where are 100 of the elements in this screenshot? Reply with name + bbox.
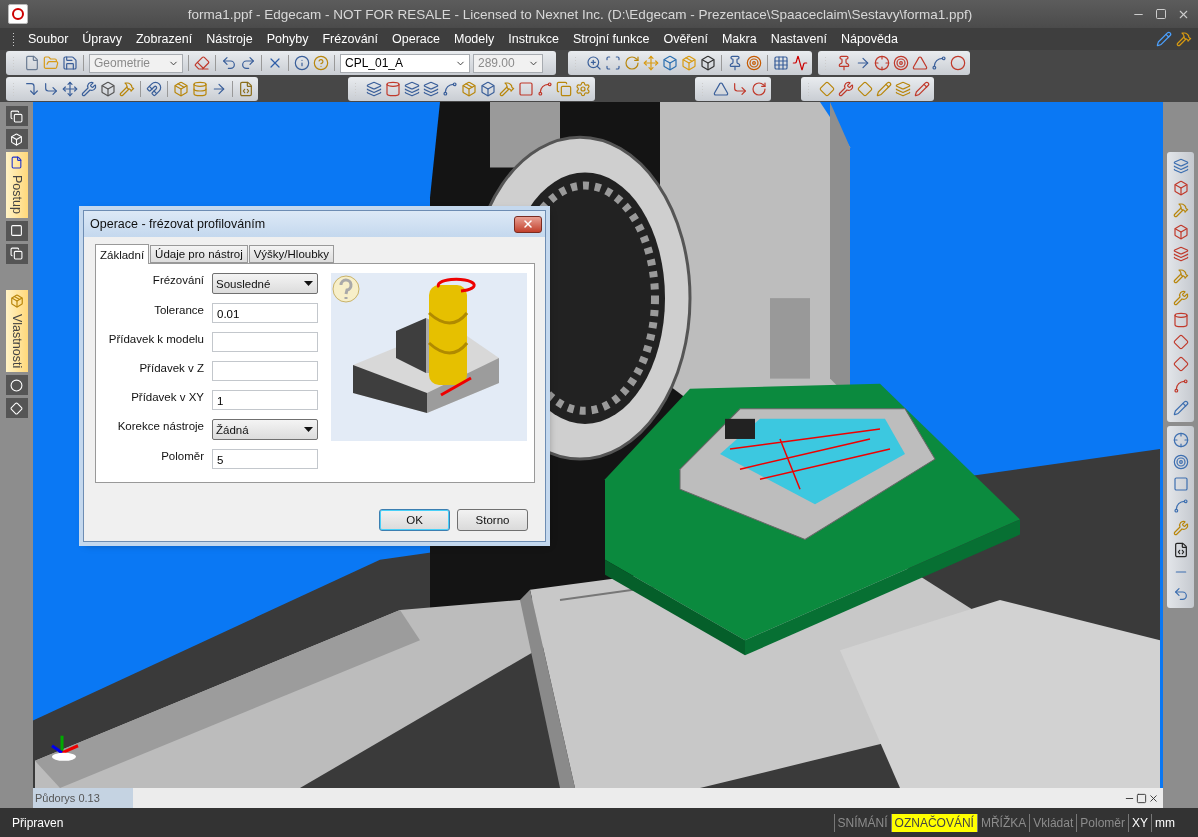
menu-item[interactable]: Strojní funkce [566, 32, 657, 46]
sidebar-button[interactable] [5, 106, 28, 126]
copy-icon[interactable] [556, 81, 572, 97]
zoom-icon[interactable] [586, 55, 602, 71]
package-icon[interactable] [173, 81, 189, 97]
cube-icon[interactable] [480, 81, 496, 97]
sidebar-button[interactable] [5, 243, 28, 264]
cube-icon[interactable] [1172, 224, 1189, 240]
new-file-icon[interactable] [24, 55, 40, 71]
close-icon[interactable] [1148, 792, 1159, 804]
package-icon[interactable] [461, 81, 477, 97]
diamond-icon[interactable] [857, 81, 873, 97]
pencil-icon[interactable] [1172, 400, 1189, 416]
status-indicator[interactable]: OZNAČOVÁNÍ [890, 813, 977, 832]
close-icon[interactable] [522, 218, 534, 230]
curve-icon[interactable] [792, 55, 808, 71]
sidebar-tab[interactable]: Vlastnosti [5, 289, 28, 373]
gear-icon[interactable] [575, 81, 591, 97]
cylinder-icon[interactable] [385, 81, 401, 97]
sidebar-button[interactable] [5, 375, 28, 396]
circle-icon[interactable] [950, 55, 966, 71]
diamond-icon[interactable] [1172, 356, 1189, 372]
menu-item[interactable]: Makra [714, 32, 764, 46]
bend-arrow-icon[interactable] [732, 81, 748, 97]
menu-item[interactable]: Ověření [656, 32, 715, 46]
eraser-icon[interactable] [194, 55, 210, 71]
menu-item[interactable]: Nástroje [199, 32, 260, 46]
cube-icon[interactable] [1172, 180, 1189, 196]
database-icon[interactable] [192, 81, 208, 97]
cylinder-icon[interactable] [1172, 312, 1189, 328]
input-field[interactable]: 0.01 [212, 303, 318, 323]
spline-icon[interactable] [931, 55, 947, 71]
angle-icon[interactable] [713, 81, 729, 97]
menu-item[interactable]: Pohyby [259, 32, 316, 46]
input-field[interactable] [212, 361, 318, 381]
menu-item[interactable]: Zobrazení [128, 32, 200, 46]
target-icon[interactable] [893, 55, 909, 71]
menu-item[interactable]: Soubor [21, 32, 76, 46]
layers-icon[interactable] [895, 81, 911, 97]
status-indicator[interactable]: MŘÍŽKA [976, 813, 1030, 832]
close-button[interactable] [514, 215, 542, 233]
sidebar-button[interactable] [5, 220, 28, 241]
layers-icon[interactable] [423, 81, 439, 97]
redo-icon[interactable] [240, 55, 256, 71]
layers-icon[interactable] [1172, 246, 1189, 262]
spline-icon[interactable] [442, 81, 458, 97]
branch-icon[interactable] [1172, 378, 1189, 394]
menu-item[interactable]: Nastavení [763, 32, 834, 46]
tab[interactable]: Údaje pro nástroj [150, 245, 248, 263]
tab[interactable]: Výšky/Hloubky [248, 245, 335, 263]
rotate-icon[interactable] [751, 81, 767, 97]
dialog-button[interactable]: Storno [457, 509, 528, 531]
cube-icon[interactable] [662, 55, 678, 71]
menu-item[interactable]: Úpravy [75, 32, 129, 46]
dropdown[interactable]: Sousledné [212, 273, 318, 294]
menu-item[interactable]: Frézování [315, 32, 386, 46]
wrench-icon[interactable] [1172, 290, 1189, 306]
layers-icon[interactable] [1172, 158, 1189, 174]
square-icon[interactable] [518, 81, 534, 97]
layers-icon[interactable] [366, 81, 382, 97]
menu-item[interactable]: Nápověda [833, 32, 905, 46]
corner-arrow-icon[interactable] [43, 81, 59, 97]
cube-icon[interactable] [100, 81, 116, 97]
sidebar-tab[interactable]: Postup [5, 152, 28, 218]
diamond-icon[interactable] [819, 81, 835, 97]
move-icon[interactable] [62, 81, 78, 97]
pencil-icon[interactable] [1156, 31, 1172, 47]
code-file-icon[interactable] [1172, 542, 1189, 558]
return-arrow-icon[interactable] [1172, 586, 1189, 602]
shaded-cube-icon[interactable] [700, 55, 716, 71]
toolbar-dropdown[interactable]: CPL_01_A [340, 53, 470, 73]
target-icon[interactable] [746, 55, 762, 71]
triangle-icon[interactable] [912, 55, 928, 71]
wrench-icon[interactable] [81, 81, 97, 97]
status-indicator[interactable]: Vkládat [1029, 813, 1077, 832]
status-indicator[interactable]: mm [1151, 813, 1178, 832]
pencil-icon[interactable] [914, 81, 930, 97]
diamond-icon[interactable] [1172, 334, 1189, 350]
zoom-window-icon[interactable] [605, 55, 621, 71]
status-indicator[interactable]: Poloměr [1076, 813, 1128, 832]
rotate-icon[interactable] [624, 55, 640, 71]
tab[interactable]: Základní [95, 244, 150, 264]
corner-arrow-icon[interactable] [24, 81, 40, 97]
square-icon[interactable] [1172, 476, 1189, 492]
input-field[interactable]: 5 [212, 449, 318, 469]
sidebar-button[interactable] [5, 129, 28, 149]
sidebar-button[interactable] [5, 398, 28, 419]
branch-icon[interactable] [537, 81, 553, 97]
pencil-icon[interactable] [876, 81, 892, 97]
layers-icon[interactable] [404, 81, 420, 97]
save-icon[interactable] [62, 55, 78, 71]
menu-item[interactable]: Modely [447, 32, 502, 46]
target-icon[interactable] [1172, 454, 1189, 470]
menu-item[interactable]: Operace [385, 32, 447, 46]
spline-icon[interactable] [1172, 498, 1189, 514]
undo-icon[interactable] [221, 55, 237, 71]
dropdown[interactable]: Žádná [212, 419, 318, 440]
grid-icon[interactable] [773, 55, 789, 71]
crosshair-icon[interactable] [874, 55, 890, 71]
status-indicator[interactable]: SNÍMÁNÍ [833, 813, 891, 832]
